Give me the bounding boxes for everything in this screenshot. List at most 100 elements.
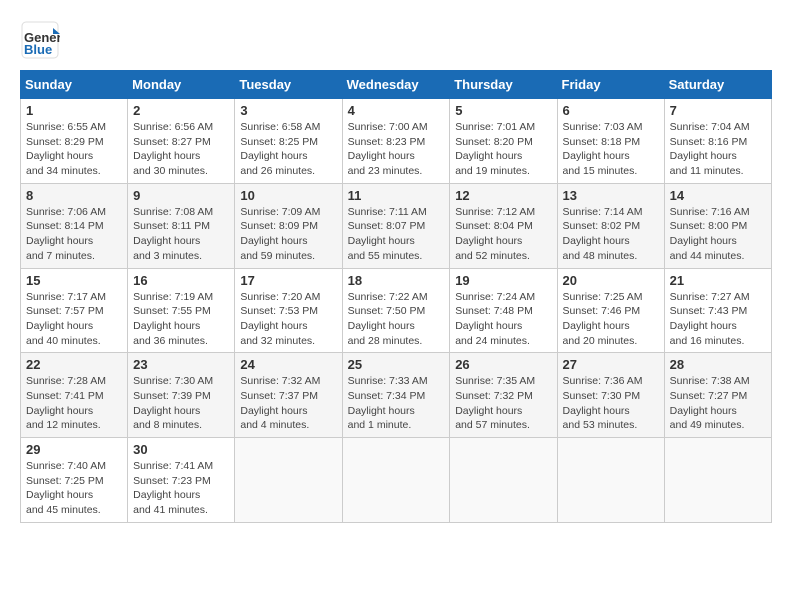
day-number: 21 <box>670 273 766 288</box>
day-cell: 7 Sunrise: 7:04 AMSunset: 8:16 PMDaylight… <box>664 99 771 184</box>
day-cell: 1Sunrise: 6:55 AMSunset: 8:29 PMDaylight… <box>21 99 128 184</box>
day-number: 16 <box>133 273 229 288</box>
day-number: 17 <box>240 273 336 288</box>
day-cell: 22 Sunrise: 7:28 AMSunset: 7:41 PMDayligh… <box>21 353 128 438</box>
day-number: 29 <box>26 442 122 457</box>
day-cell: 2 Sunrise: 6:56 AMSunset: 8:27 PMDaylight… <box>128 99 235 184</box>
day-cell: 20 Sunrise: 7:25 AMSunset: 7:46 PMDayligh… <box>557 268 664 353</box>
day-info: Sunrise: 7:06 AMSunset: 8:14 PMDaylight … <box>26 205 122 264</box>
day-info: Sunrise: 7:41 AMSunset: 7:23 PMDaylight … <box>133 459 229 518</box>
day-info: Sunrise: 7:16 AMSunset: 8:00 PMDaylight … <box>670 205 766 264</box>
day-cell <box>342 438 450 523</box>
col-header-wednesday: Wednesday <box>342 71 450 99</box>
day-cell: 24Sunrise: 7:32 AMSunset: 7:37 PMDayligh… <box>235 353 342 438</box>
day-info: Sunrise: 7:30 AMSunset: 7:39 PMDaylight … <box>133 374 229 433</box>
day-info: Sunrise: 7:36 AMSunset: 7:30 PMDaylight … <box>563 374 659 433</box>
day-number: 6 <box>563 103 659 118</box>
day-info: Sunrise: 7:25 AMSunset: 7:46 PMDaylight … <box>563 290 659 349</box>
day-info: Sunrise: 7:00 AMSunset: 8:23 PMDaylight … <box>348 120 445 179</box>
day-cell <box>664 438 771 523</box>
day-number: 10 <box>240 188 336 203</box>
day-number: 26 <box>455 357 551 372</box>
day-number: 4 <box>348 103 445 118</box>
header: General Blue <box>20 20 772 60</box>
day-number: 27 <box>563 357 659 372</box>
day-info: Sunrise: 7:24 AMSunset: 7:48 PMDaylight … <box>455 290 551 349</box>
day-cell: 28Sunrise: 7:38 AMSunset: 7:27 PMDayligh… <box>664 353 771 438</box>
day-info: Sunrise: 7:33 AMSunset: 7:34 PMDaylight … <box>348 374 445 433</box>
day-cell: 5Sunrise: 7:01 AMSunset: 8:20 PMDaylight… <box>450 99 557 184</box>
day-cell: 27 Sunrise: 7:36 AMSunset: 7:30 PMDayligh… <box>557 353 664 438</box>
day-number: 15 <box>26 273 122 288</box>
col-header-friday: Friday <box>557 71 664 99</box>
day-cell: 12 Sunrise: 7:12 AMSunset: 8:04 PMDayligh… <box>450 183 557 268</box>
day-info: Sunrise: 7:03 AMSunset: 8:18 PMDaylight … <box>563 120 659 179</box>
day-info: Sunrise: 6:58 AMSunset: 8:25 PMDaylight … <box>240 120 336 179</box>
day-number: 28 <box>670 357 766 372</box>
day-info: Sunrise: 7:01 AMSunset: 8:20 PMDaylight … <box>455 120 551 179</box>
day-number: 23 <box>133 357 229 372</box>
day-info: Sunrise: 7:12 AMSunset: 8:04 PMDaylight … <box>455 205 551 264</box>
day-info: Sunrise: 7:28 AMSunset: 7:41 PMDaylight … <box>26 374 122 433</box>
day-info: Sunrise: 7:32 AMSunset: 7:37 PMDaylight … <box>240 374 336 433</box>
col-header-tuesday: Tuesday <box>235 71 342 99</box>
day-cell: 6 Sunrise: 7:03 AMSunset: 8:18 PMDaylight… <box>557 99 664 184</box>
day-number: 20 <box>563 273 659 288</box>
day-info: Sunrise: 7:08 AMSunset: 8:11 PMDaylight … <box>133 205 229 264</box>
day-cell: 21 Sunrise: 7:27 AMSunset: 7:43 PMDayligh… <box>664 268 771 353</box>
day-info: Sunrise: 7:19 AMSunset: 7:55 PMDaylight … <box>133 290 229 349</box>
day-info: Sunrise: 7:11 AMSunset: 8:07 PMDaylight … <box>348 205 445 264</box>
day-cell: 17 Sunrise: 7:20 AMSunset: 7:53 PMDayligh… <box>235 268 342 353</box>
day-info: Sunrise: 7:04 AMSunset: 8:16 PMDaylight … <box>670 120 766 179</box>
day-number: 14 <box>670 188 766 203</box>
week-row-2: 8 Sunrise: 7:06 AMSunset: 8:14 PMDaylight… <box>21 183 772 268</box>
day-number: 12 <box>455 188 551 203</box>
day-number: 13 <box>563 188 659 203</box>
svg-text:Blue: Blue <box>24 42 52 57</box>
week-row-5: 29 Sunrise: 7:40 AMSunset: 7:25 PMDayligh… <box>21 438 772 523</box>
week-row-3: 15Sunrise: 7:17 AMSunset: 7:57 PMDayligh… <box>21 268 772 353</box>
day-cell <box>235 438 342 523</box>
calendar-table: SundayMondayTuesdayWednesdayThursdayFrid… <box>20 70 772 523</box>
day-number: 9 <box>133 188 229 203</box>
logo: General Blue <box>20 20 60 60</box>
day-info: Sunrise: 7:20 AMSunset: 7:53 PMDaylight … <box>240 290 336 349</box>
day-cell: 8 Sunrise: 7:06 AMSunset: 8:14 PMDaylight… <box>21 183 128 268</box>
day-cell <box>450 438 557 523</box>
day-cell: 13 Sunrise: 7:14 AMSunset: 8:02 PMDayligh… <box>557 183 664 268</box>
day-number: 11 <box>348 188 445 203</box>
day-cell: 14 Sunrise: 7:16 AMSunset: 8:00 PMDayligh… <box>664 183 771 268</box>
day-cell: 18Sunrise: 7:22 AMSunset: 7:50 PMDayligh… <box>342 268 450 353</box>
day-number: 22 <box>26 357 122 372</box>
day-number: 2 <box>133 103 229 118</box>
day-cell: 23 Sunrise: 7:30 AMSunset: 7:39 PMDayligh… <box>128 353 235 438</box>
day-cell: 29 Sunrise: 7:40 AMSunset: 7:25 PMDayligh… <box>21 438 128 523</box>
day-number: 7 <box>670 103 766 118</box>
day-cell: 30 Sunrise: 7:41 AMSunset: 7:23 PMDayligh… <box>128 438 235 523</box>
day-info: Sunrise: 7:27 AMSunset: 7:43 PMDaylight … <box>670 290 766 349</box>
day-number: 8 <box>26 188 122 203</box>
day-cell: 26Sunrise: 7:35 AMSunset: 7:32 PMDayligh… <box>450 353 557 438</box>
day-cell: 25 Sunrise: 7:33 AMSunset: 7:34 PMDayligh… <box>342 353 450 438</box>
day-info: Sunrise: 7:09 AMSunset: 8:09 PMDaylight … <box>240 205 336 264</box>
day-number: 1 <box>26 103 122 118</box>
day-cell: 3 Sunrise: 6:58 AMSunset: 8:25 PMDaylight… <box>235 99 342 184</box>
day-cell: 15Sunrise: 7:17 AMSunset: 7:57 PMDayligh… <box>21 268 128 353</box>
day-cell: 4 Sunrise: 7:00 AMSunset: 8:23 PMDaylight… <box>342 99 450 184</box>
day-cell: 19 Sunrise: 7:24 AMSunset: 7:48 PMDayligh… <box>450 268 557 353</box>
day-number: 30 <box>133 442 229 457</box>
week-row-1: 1Sunrise: 6:55 AMSunset: 8:29 PMDaylight… <box>21 99 772 184</box>
day-cell: 11 Sunrise: 7:11 AMSunset: 8:07 PMDayligh… <box>342 183 450 268</box>
day-info: Sunrise: 7:14 AMSunset: 8:02 PMDaylight … <box>563 205 659 264</box>
col-header-sunday: Sunday <box>21 71 128 99</box>
col-header-thursday: Thursday <box>450 71 557 99</box>
day-number: 25 <box>348 357 445 372</box>
day-info: Sunrise: 7:22 AMSunset: 7:50 PMDaylight … <box>348 290 445 349</box>
day-number: 19 <box>455 273 551 288</box>
day-number: 3 <box>240 103 336 118</box>
header-row: SundayMondayTuesdayWednesdayThursdayFrid… <box>21 71 772 99</box>
day-cell: 9 Sunrise: 7:08 AMSunset: 8:11 PMDaylight… <box>128 183 235 268</box>
day-info: Sunrise: 7:40 AMSunset: 7:25 PMDaylight … <box>26 459 122 518</box>
day-info: Sunrise: 6:56 AMSunset: 8:27 PMDaylight … <box>133 120 229 179</box>
day-cell: 16 Sunrise: 7:19 AMSunset: 7:55 PMDayligh… <box>128 268 235 353</box>
